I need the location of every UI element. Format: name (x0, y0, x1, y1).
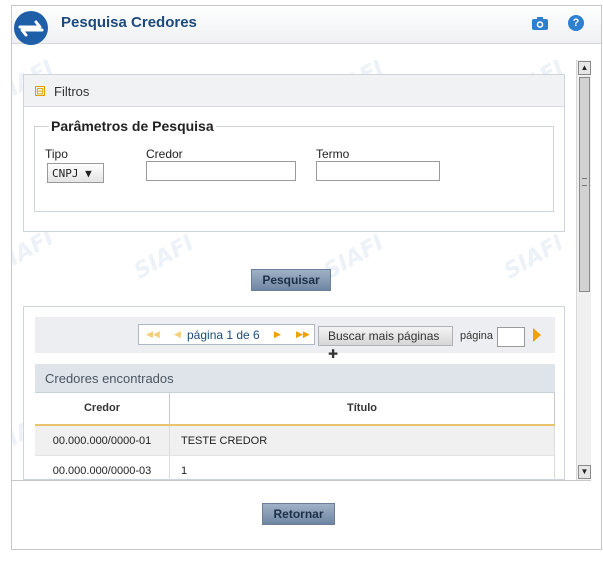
scroll-up-icon[interactable]: ▲ (578, 61, 591, 75)
siafi-logo-icon (14, 11, 48, 45)
table-row[interactable]: 00.000.000/0000-03 1 (35, 456, 555, 480)
termo-input[interactable] (316, 161, 440, 181)
credor-cell: 00.000.000/0000-03 (35, 456, 170, 480)
return-button[interactable]: Retornar (262, 503, 335, 525)
results-panel: ◀◀ ◀ página 1 de 6 ▶ ▶▶ Buscar mais pági… (23, 306, 565, 480)
results-table: Credores encontrados Credor Título 00.00… (35, 364, 555, 480)
more-pages-button[interactable]: Buscar mais páginas ✚ (318, 326, 453, 361)
watermark: SIAFI (500, 230, 569, 285)
page-input[interactable] (497, 327, 525, 347)
termo-label: Termo (316, 147, 350, 161)
watermark: SIAFI (12, 225, 59, 280)
filters-label: Filtros (54, 84, 90, 99)
filters-panel: ⊟ Filtros Parâmetros de Pesquisa Tipo CN… (23, 74, 565, 232)
next-page-icon[interactable]: ▶ (274, 329, 281, 340)
results-caption: Credores encontrados (35, 364, 555, 393)
help-icon[interactable]: ? (568, 15, 584, 31)
filters-header[interactable]: ⊟ Filtros (24, 75, 564, 107)
search-button[interactable]: Pesquisar (251, 269, 331, 291)
table-header: Credor Título (35, 393, 555, 426)
footer: Retornar (12, 480, 591, 549)
last-page-icon[interactable]: ▶▶ (296, 329, 310, 340)
column-header-credor[interactable]: Credor (35, 393, 170, 424)
watermark: SIAFI (130, 230, 199, 285)
content-area: SIAFI SIAFI SIAFI SIAFI SIAFI SIAFI SIAF… (12, 60, 589, 480)
credor-label: Credor (146, 147, 183, 161)
credor-input[interactable] (146, 161, 296, 181)
column-header-titulo[interactable]: Título (170, 393, 555, 424)
grip-icon (582, 178, 587, 186)
first-page-icon[interactable]: ◀◀ (146, 329, 160, 340)
prev-page-icon[interactable]: ◀ (174, 329, 181, 340)
collapse-icon[interactable]: ⊟ (35, 86, 45, 96)
go-page-icon[interactable] (533, 328, 541, 342)
pager-nav: ◀◀ ◀ página 1 de 6 ▶ ▶▶ (138, 324, 315, 345)
pager: ◀◀ ◀ página 1 de 6 ▶ ▶▶ Buscar mais pági… (35, 317, 555, 361)
camera-icon[interactable] (531, 15, 549, 31)
page-title: Pesquisa Credores (61, 14, 197, 31)
page-indicator: página 1 de 6 (187, 328, 260, 342)
vertical-scrollbar[interactable]: ▲ ▼ (576, 60, 591, 480)
page-label: página (460, 330, 494, 342)
search-params-fieldset: Parâmetros de Pesquisa Tipo CNPJ ▼ Credo… (34, 118, 554, 212)
tipo-select[interactable]: CNPJ ▼ (47, 163, 104, 183)
table-row[interactable]: 00.000.000/0000-01 TESTE CREDOR (35, 426, 555, 456)
title-bar: Pesquisa Credores ? (12, 6, 601, 45)
scroll-thumb[interactable] (579, 77, 590, 292)
tipo-label: Tipo (45, 147, 68, 161)
credor-cell: 00.000.000/0000-01 (35, 426, 170, 455)
scroll-down-icon[interactable]: ▼ (578, 465, 591, 479)
search-params-legend: Parâmetros de Pesquisa (49, 118, 216, 134)
titulo-cell: 1 (170, 456, 555, 480)
window: Pesquisa Credores ? SIAFI SIAFI SIAFI SI… (11, 5, 602, 550)
titulo-cell: TESTE CREDOR (170, 426, 555, 455)
